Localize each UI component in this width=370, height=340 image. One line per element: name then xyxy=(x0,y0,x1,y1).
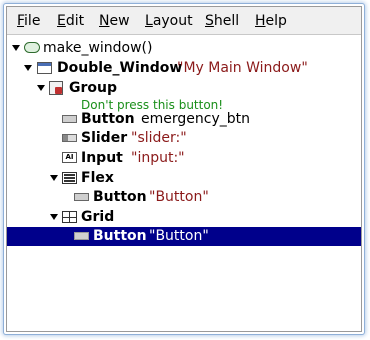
tree-row-slider[interactable]: Slider "slider:" xyxy=(7,129,361,147)
expand-triangle-icon[interactable] xyxy=(50,175,58,181)
menu-new[interactable]: New xyxy=(99,12,130,30)
expand-triangle-icon[interactable] xyxy=(24,65,32,71)
expand-triangle-icon[interactable] xyxy=(50,214,58,220)
tree-row-grid[interactable]: Grid xyxy=(7,208,361,226)
tree-row-button-emergency[interactable]: Don't press this button! Button emergenc… xyxy=(7,98,361,128)
menu-shell[interactable]: Shell xyxy=(205,12,239,30)
tree-row-input[interactable]: AI Input "input:" xyxy=(7,149,361,167)
button-widget-icon xyxy=(62,115,77,123)
window-icon xyxy=(37,62,52,74)
tree-row-window[interactable]: Double_Window "My Main Window" xyxy=(7,59,361,77)
menu-layout[interactable]: Layout xyxy=(145,12,193,30)
menu-bar: File Edit New Layout Shell Help xyxy=(7,7,361,35)
tree-row-function[interactable]: make_window() xyxy=(7,39,361,57)
menu-file[interactable]: File xyxy=(17,12,40,30)
menu-help[interactable]: Help xyxy=(255,12,287,30)
button-widget-icon xyxy=(74,193,89,201)
tree-row-group[interactable]: Group xyxy=(7,79,361,97)
slider-icon xyxy=(62,134,77,142)
menu-edit[interactable]: Edit xyxy=(57,12,84,30)
input-icon: AI xyxy=(62,152,77,163)
fluid-window: File Edit New Layout Shell Help make_win… xyxy=(6,6,362,332)
button-widget-icon xyxy=(74,232,89,240)
flex-icon xyxy=(62,172,77,184)
function-icon xyxy=(24,42,40,53)
widget-tree[interactable]: make_window() Double_Window "My Main Win… xyxy=(7,35,361,331)
group-icon xyxy=(49,81,63,95)
tree-row-flex[interactable]: Flex xyxy=(7,169,361,187)
expand-triangle-icon[interactable] xyxy=(37,85,45,91)
expand-triangle-icon[interactable] xyxy=(12,45,20,51)
grid-icon xyxy=(62,211,77,223)
tree-row-grid-button-selected[interactable]: Button "Button" xyxy=(7,227,361,246)
tree-row-flex-button[interactable]: Button "Button" xyxy=(7,188,361,206)
